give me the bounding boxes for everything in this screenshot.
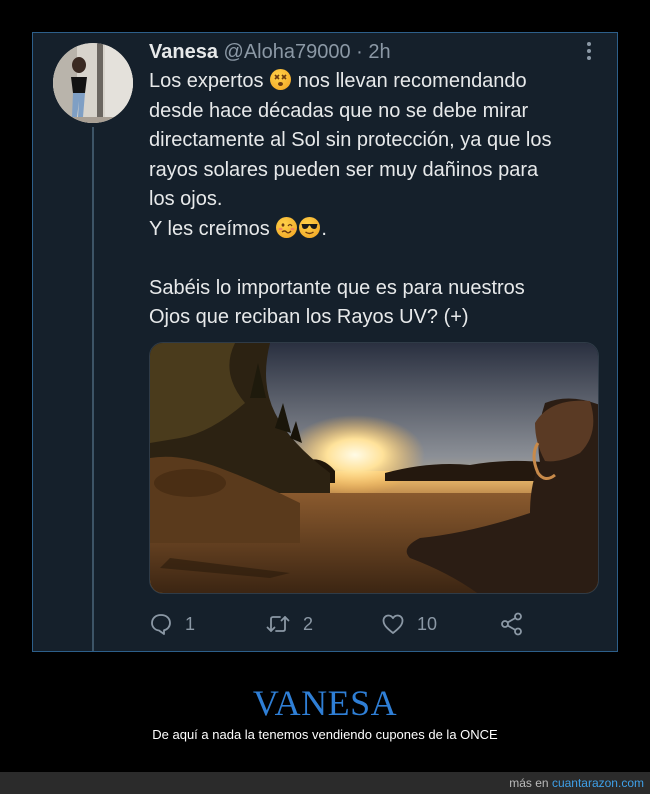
reply-button[interactable]: 1: [149, 609, 195, 639]
tweet-line: desde hace décadas que no se debe mirar: [149, 99, 529, 122]
tweet-actions: 1 2 10: [149, 609, 609, 639]
footer-prefix: más en: [509, 776, 552, 790]
footer-bar: más en cuantarazon.com: [0, 772, 650, 794]
tweet-header: Vanesa @Aloha79000 · 2h: [149, 39, 391, 65]
tweet-line: Ojos que reciban los Rayos UV? (+): [149, 306, 469, 328]
sunset-lake-photo: [150, 343, 598, 593]
author-handle[interactable]: @Aloha79000: [224, 41, 351, 63]
retweet-count: 2: [303, 613, 314, 634]
caption-subtitle: De aquí a nada la tenemos vendiendo cupo…: [152, 727, 498, 742]
footer-site-link[interactable]: cuantarazon.com: [552, 776, 644, 790]
tweet-line: rayos solares pueden ser muy dañinos par…: [149, 158, 539, 181]
share-button[interactable]: [499, 609, 537, 639]
dizzy-face-emoji: [270, 69, 292, 90]
tweet-image[interactable]: [149, 342, 599, 594]
tweet-card: Vanesa @Aloha79000 · 2h Los expertos nos…: [32, 32, 618, 652]
tweet-text: Los expertos nos llevan recomendando des…: [149, 67, 609, 333]
tweet-line: Y les creímos .: [149, 216, 327, 240]
thread-line: [92, 127, 94, 651]
more-vertical-icon[interactable]: [585, 41, 593, 61]
share-icon: [501, 612, 522, 636]
tweet-line: directamente al Sol sin protección, ya q…: [149, 129, 552, 151]
avatar-photo: [53, 43, 133, 123]
avatar[interactable]: [53, 43, 133, 123]
separator: ·: [356, 41, 363, 63]
sunglasses-face-emoji: [299, 216, 321, 238]
like-button[interactable]: 10: [381, 609, 437, 639]
retweet-button[interactable]: 2: [265, 609, 313, 639]
caption-title: VANESA: [252, 683, 398, 723]
tweet-line: Los expertos nos llevan recomendando: [149, 69, 527, 92]
tweet-line: los ojos.: [149, 188, 223, 210]
timestamp[interactable]: 2h: [368, 41, 390, 63]
author-name[interactable]: Vanesa: [149, 41, 218, 63]
retweet-icon: [266, 616, 290, 632]
like-count: 10: [417, 613, 438, 634]
tweet-line: Sabéis lo importante que es para nuestro…: [149, 276, 525, 299]
reply-count: 1: [185, 613, 196, 634]
heart-icon: [382, 614, 404, 634]
woozy-face-emoji: [276, 216, 298, 238]
comment-icon: [151, 614, 171, 635]
